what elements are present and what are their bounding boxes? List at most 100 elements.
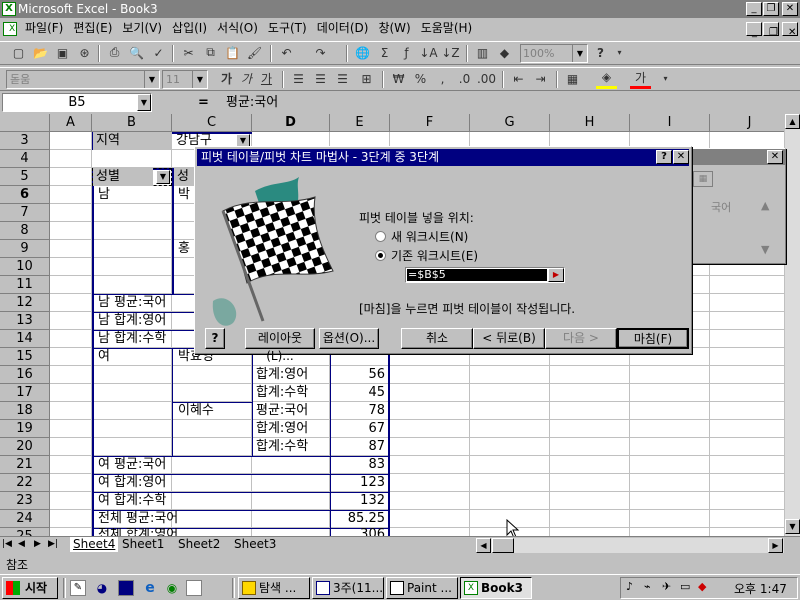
underline-icon[interactable]: 가: [256, 68, 277, 89]
location-reference-input[interactable]: =$B$5 ▶: [405, 267, 565, 283]
workbook-icon[interactable]: X: [3, 22, 17, 36]
new-worksheet-label[interactable]: 새 워크시트(N): [391, 228, 468, 245]
row-header-22[interactable]: 22: [0, 474, 50, 492]
cancel-button[interactable]: 취소: [401, 328, 473, 349]
scroll-left-button[interactable]: ◀: [476, 538, 491, 553]
tray-network-icon[interactable]: ⌁: [644, 580, 658, 594]
zoom-select[interactable]: 100% ▼: [520, 44, 588, 63]
format-painter-icon[interactable]: 🖌: [244, 42, 265, 63]
cell-b3[interactable]: 지역: [93, 132, 172, 150]
row-field-dropdown[interactable]: ▼: [156, 170, 170, 184]
cell-b12[interactable]: 남 평균:국어: [95, 294, 200, 312]
dialog-close-button[interactable]: ✕: [673, 150, 689, 164]
row-header-15[interactable]: 15: [0, 348, 50, 366]
column-header-c[interactable]: C: [172, 114, 252, 132]
cell-b6[interactable]: 남: [95, 186, 170, 204]
merge-center-icon[interactable]: ⊞: [356, 68, 377, 89]
sort-ascending-icon[interactable]: ↓A: [418, 42, 439, 63]
copy-icon[interactable]: ⧉: [200, 42, 221, 63]
restore-button[interactable]: ❐: [763, 2, 779, 16]
toolbar-options-icon[interactable]: ▾: [609, 42, 630, 63]
tray-clock[interactable]: 오후 1:47: [734, 580, 787, 597]
column-header-g[interactable]: G: [470, 114, 550, 132]
row-header-20[interactable]: 20: [0, 438, 50, 456]
comma-icon[interactable]: ,: [432, 68, 453, 89]
cell-e24[interactable]: 85.25: [331, 510, 388, 528]
cell-b5[interactable]: 성별: [93, 168, 153, 186]
toolbar-options-icon[interactable]: ▾: [655, 68, 676, 89]
sheet-tab-sheet3[interactable]: Sheet3: [234, 537, 276, 552]
sort-descending-icon[interactable]: ↓Z: [440, 42, 461, 63]
increase-indent-icon[interactable]: ⇥: [530, 68, 551, 89]
row-header-6[interactable]: 6: [0, 186, 50, 204]
decrease-decimal-icon[interactable]: .00: [476, 68, 497, 89]
minimize-button[interactable]: _: [746, 2, 762, 16]
hyperlink-icon[interactable]: 🌐: [352, 42, 373, 63]
menu-window[interactable]: 창(W): [373, 19, 415, 39]
cell-e18[interactable]: 78: [331, 402, 388, 420]
first-sheet-button[interactable]: |◀: [2, 539, 12, 549]
cell-b14[interactable]: 남 합계:수학: [95, 330, 200, 348]
row-header-19[interactable]: 19: [0, 420, 50, 438]
print-icon[interactable]: ⎙: [104, 42, 125, 63]
new-file-icon[interactable]: ▢: [8, 42, 29, 63]
chevron-down-icon[interactable]: ▼: [144, 71, 159, 88]
column-header-f[interactable]: F: [390, 114, 470, 132]
cell-d17[interactable]: 합계:수학: [253, 384, 330, 402]
percent-icon[interactable]: %: [410, 68, 431, 89]
menu-format[interactable]: 서식(O): [212, 19, 263, 39]
redo-icon[interactable]: ↷: [310, 42, 331, 63]
existing-worksheet-radio[interactable]: [375, 250, 386, 261]
row-header-16[interactable]: 16: [0, 366, 50, 384]
column-header-b[interactable]: B: [92, 114, 172, 132]
excel-app-icon[interactable]: X: [2, 2, 16, 16]
finish-button[interactable]: 마침(F): [617, 328, 689, 349]
borders-icon[interactable]: ▦: [562, 68, 583, 89]
row-header-18[interactable]: 18: [0, 402, 50, 420]
cell-c5[interactable]: 성: [174, 168, 196, 186]
pivot-toolbar-icon[interactable]: ▦: [693, 171, 713, 187]
close-button[interactable]: ✕: [782, 2, 798, 16]
undo-icon[interactable]: ↶: [276, 42, 297, 63]
options-button[interactable]: 옵션(O)...: [319, 328, 379, 349]
formula-input[interactable]: 평균:국어: [226, 93, 278, 112]
column-header-j[interactable]: J: [710, 114, 790, 132]
cell-b25[interactable]: 전체 합계:영어: [95, 528, 245, 536]
cell-b13[interactable]: 남 합계:영어: [95, 312, 200, 330]
row-header-11[interactable]: 11: [0, 276, 50, 294]
last-sheet-button[interactable]: ▶|: [48, 539, 58, 549]
currency-icon[interactable]: ₩: [388, 68, 409, 89]
move-down-icon[interactable]: ▼: [761, 243, 769, 256]
menu-help[interactable]: 도움말(H): [416, 19, 478, 39]
menu-file[interactable]: 파일(F): [20, 19, 68, 39]
sheet-tab-sheet4[interactable]: Sheet4: [70, 537, 119, 552]
row-header-21[interactable]: 21: [0, 456, 50, 474]
cell-e23[interactable]: 132: [331, 492, 388, 510]
cell-b22[interactable]: 여 합계:영어: [95, 474, 245, 492]
chart-wizard-icon[interactable]: ▥: [472, 42, 493, 63]
chevron-down-icon[interactable]: ▼: [192, 71, 207, 88]
wizard-help-button[interactable]: ?: [205, 328, 225, 349]
quick-launch-outlook-icon[interactable]: ◕: [94, 580, 110, 596]
cell-e25[interactable]: 306: [331, 528, 388, 536]
row-header-4[interactable]: 4: [0, 150, 50, 168]
increase-decimal-icon[interactable]: .0: [454, 68, 475, 89]
select-all-button[interactable]: [0, 114, 50, 132]
cell-e17[interactable]: 45: [331, 384, 388, 402]
cell-c18[interactable]: 이혜수: [175, 402, 250, 420]
cell-d16[interactable]: 합계:영어: [253, 366, 330, 384]
next-sheet-button[interactable]: ▶: [34, 539, 41, 549]
cell-b21[interactable]: 여 평균:국어: [95, 456, 245, 474]
layout-button[interactable]: 레이아웃(L)...: [245, 328, 315, 363]
row-header-5[interactable]: 5: [0, 168, 50, 186]
sheet-tab-sheet2[interactable]: Sheet2: [178, 537, 220, 552]
autosum-icon[interactable]: Σ: [374, 42, 395, 63]
permission-icon[interactable]: ⊛: [74, 42, 95, 63]
menu-view[interactable]: 보기(V): [117, 19, 167, 39]
cell-e21[interactable]: 83: [331, 456, 388, 474]
function-icon[interactable]: ƒ: [396, 42, 417, 63]
chevron-down-icon[interactable]: ▼: [572, 45, 587, 62]
row-header-13[interactable]: 13: [0, 312, 50, 330]
cell-e16[interactable]: 56: [331, 366, 388, 384]
open-folder-icon[interactable]: 📂: [30, 42, 51, 63]
